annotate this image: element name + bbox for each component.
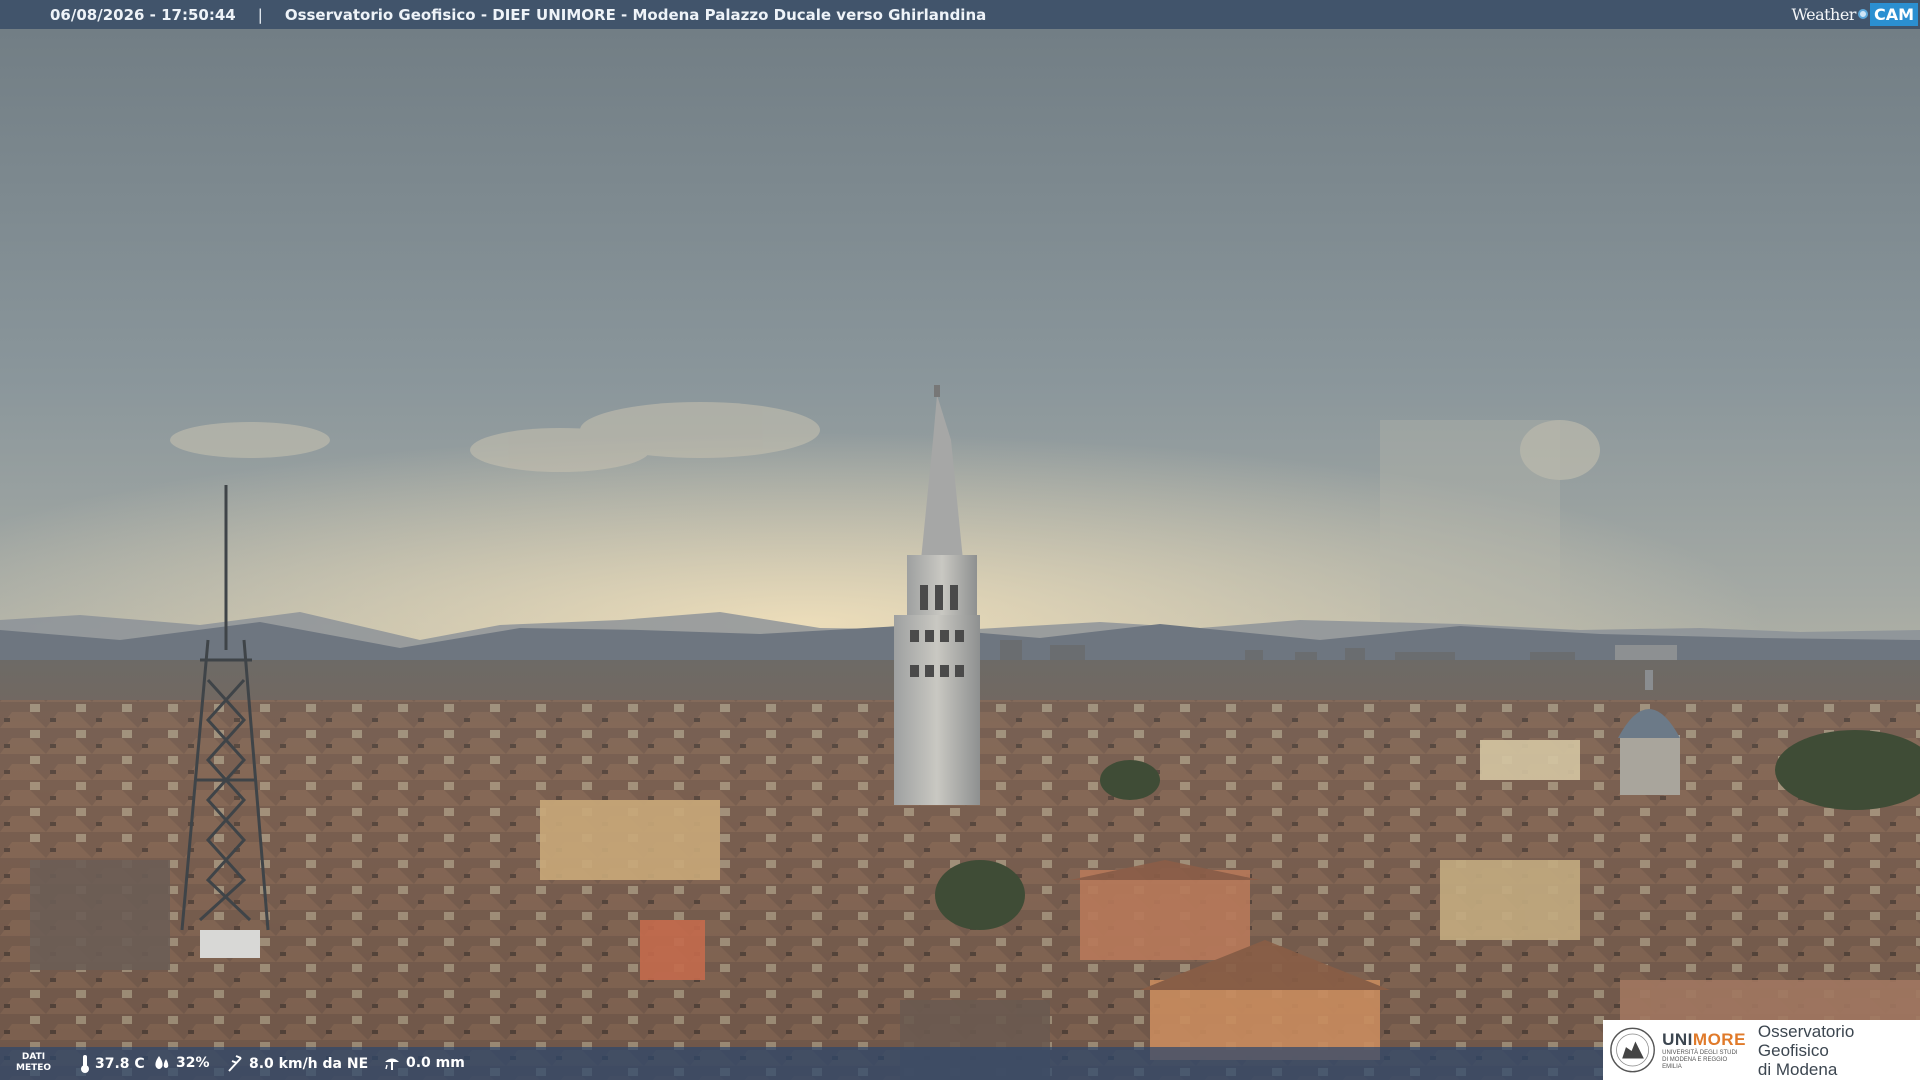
temperature-reading: 37.8 C: [80, 1055, 145, 1073]
university-seal-icon: [1610, 1027, 1655, 1073]
unimore-name-part2: MORE: [1692, 1029, 1746, 1049]
wind-value: 8.0 km/h da NE: [249, 1056, 369, 1072]
unimore-name: UNIMORE: [1662, 1030, 1746, 1050]
brand-weather-text: Weather: [1791, 4, 1856, 24]
webcam-image: [0, 0, 1920, 1080]
observatory-line1: Osservatorio Geofisico: [1757, 1021, 1855, 1060]
camera-title: Osservatorio Geofisico - DIEF UNIMORE - …: [284, 5, 987, 24]
thermometer-icon: [81, 1055, 89, 1073]
timestamp: 06/08/2026 - 17:50:44: [50, 5, 236, 24]
title-separator: |: [257, 5, 263, 24]
unimore-wordmark: UNIMORE UNIVERSITÀ DEGLI STUDI DI MODENA…: [1662, 1030, 1746, 1071]
brand-cam-text: CAM: [1869, 2, 1918, 26]
humidity-reading: 32%: [153, 1055, 210, 1071]
humidity-drops-icon: [155, 1056, 169, 1069]
observatory-line2: di Modena: [1757, 1059, 1838, 1079]
rain-reading: 0.0 mm: [383, 1055, 465, 1071]
temperature-value: 37.8 C: [95, 1056, 145, 1072]
humidity-value: 32%: [176, 1055, 210, 1071]
brand-dot-icon: [1857, 9, 1868, 19]
observatory-name: Osservatorio Geofisico di Modena: [1758, 1022, 1920, 1079]
unimore-subtitle: UNIVERSITÀ DEGLI STUDI DI MODENA E REGGI…: [1662, 1049, 1738, 1070]
meteo-bar: DATI METEO 37.8 C 32% 8.0 km/h da NE 0.0…: [0, 1047, 1603, 1080]
rain-value: 0.0 mm: [406, 1055, 465, 1071]
unimore-logo-box: UNIMORE UNIVERSITÀ DEGLI STUDI DI MODENA…: [1603, 1020, 1920, 1080]
unimore-name-part1: UNI: [1662, 1029, 1693, 1049]
rain-gauge-icon: [385, 1058, 399, 1070]
meteo-label-line1: DATI: [21, 1052, 46, 1062]
meteo-label-line2: METEO: [16, 1063, 52, 1073]
top-info-bar: 06/08/2026 - 17:50:44 | Osservatorio Geo…: [0, 0, 1920, 29]
antenna-box: [200, 930, 260, 958]
weathercam-logo: Weather CAM: [1791, 1, 1918, 27]
meteo-label: DATI METEO: [16, 1052, 51, 1074]
wind-reading: 8.0 km/h da NE: [226, 1055, 368, 1073]
rain-shaft: [1380, 420, 1560, 640]
wind-direction-icon: [228, 1055, 242, 1072]
